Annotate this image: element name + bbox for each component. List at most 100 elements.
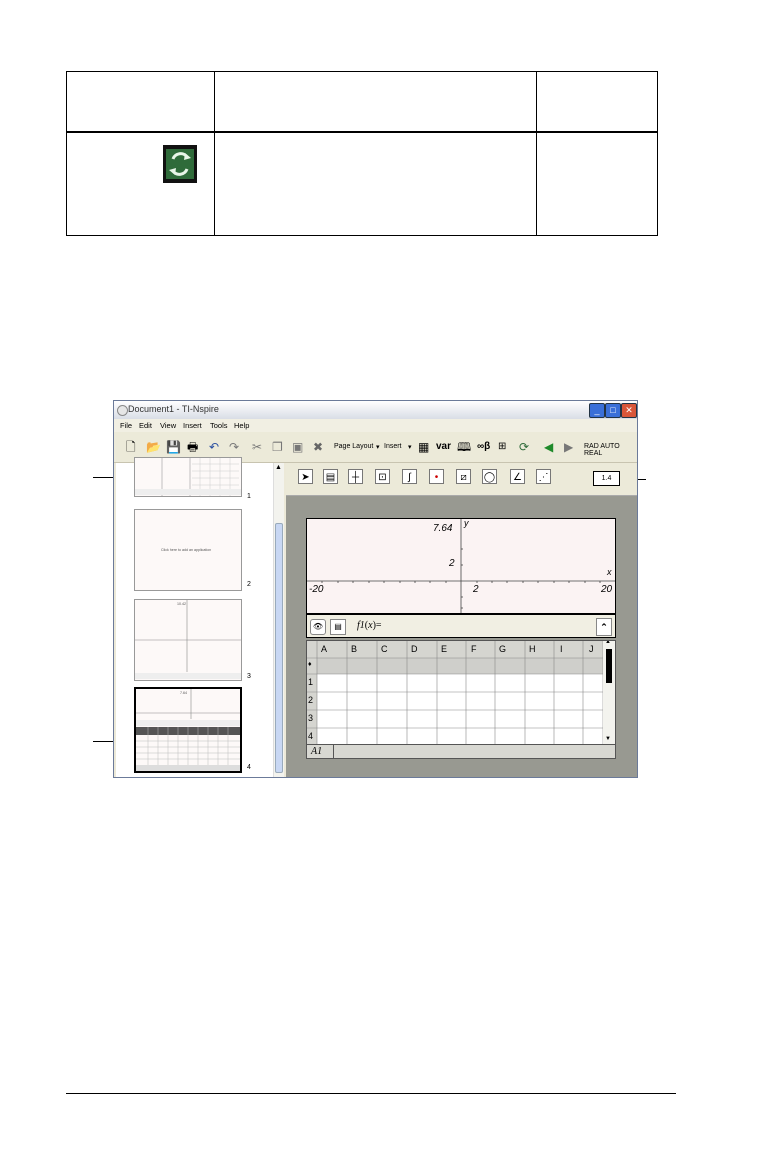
save-icon[interactable]: 💾 <box>166 440 181 454</box>
graph-type-tool-icon[interactable]: ┼ <box>348 469 363 484</box>
menu-file[interactable]: File <box>120 421 132 430</box>
menu-view[interactable]: View <box>160 421 176 430</box>
line-tool-icon[interactable]: ⧄ <box>456 469 471 484</box>
work-area: ➤ ▤ ┼ ⊡ ∫ • ⧄ ◯ ∠ ⋰ 1.4 7.64 y 2 x -20 2… <box>286 463 637 777</box>
status-mode: RAD AUTO REAL <box>584 443 620 457</box>
table-column-divider <box>214 72 215 235</box>
function-table-icon[interactable]: ▤ <box>330 619 346 635</box>
cell-reference-divider <box>333 745 334 758</box>
calculator-icon[interactable]: ▦ <box>418 440 429 454</box>
sheet-scroll-down-icon[interactable]: ▼ <box>605 736 611 742</box>
paste-icon[interactable]: ▣ <box>292 440 303 454</box>
trace-tool-icon[interactable]: ∫ <box>402 469 417 484</box>
thumbnail-4-ymax: 7.64 <box>180 691 187 695</box>
maximize-button[interactable]: □ <box>605 403 621 418</box>
point-tool-icon[interactable]: • <box>429 469 444 484</box>
var-button[interactable]: var <box>436 440 451 454</box>
page-number-3: 3 <box>247 673 251 680</box>
menu-bar: File Edit View Insert Tools Help <box>114 419 637 432</box>
page-thumbnail-3[interactable]: 10.42 <box>134 599 242 681</box>
column-header-e[interactable]: E <box>441 644 447 654</box>
page-number-2: 2 <box>247 581 251 588</box>
print-icon[interactable]: 🖶 <box>187 440 198 454</box>
column-header-d[interactable]: D <box>411 644 418 654</box>
catalog-book-icon[interactable]: 🕮 <box>457 440 471 454</box>
cell-reference: A1 <box>311 746 323 757</box>
previous-page-icon[interactable]: ◀ <box>544 440 553 454</box>
y-tick-label: 2 <box>449 558 455 569</box>
menu-insert[interactable]: Insert <box>183 421 202 430</box>
x-min-label: -20 <box>309 584 324 595</box>
copy-icon[interactable]: ❐ <box>272 440 283 454</box>
next-page-icon[interactable]: ▶ <box>564 440 573 454</box>
spreadsheet[interactable]: A B C D E F G H I J ♦ 1 2 3 4 ▲ ▼ <box>306 640 616 746</box>
row-header-3[interactable]: 3 <box>308 713 313 723</box>
column-header-i[interactable]: I <box>560 644 563 654</box>
redo-icon[interactable]: ↷ <box>229 440 239 454</box>
refresh-icon[interactable]: ⟳ <box>519 440 529 454</box>
title-bar[interactable]: Document1 - TI-Nspire _ □ ✕ <box>114 401 637 419</box>
column-header-j[interactable]: J <box>589 644 594 654</box>
table-column-divider <box>536 72 537 235</box>
insert-dropdown-icon[interactable]: ▾ <box>408 443 412 451</box>
callout-line-left-top <box>93 477 115 478</box>
table-header-rule <box>67 131 657 133</box>
collapse-entry-icon[interactable]: ⌃ <box>596 618 612 636</box>
page-layout-dropdown-icon[interactable]: ▾ <box>376 443 380 451</box>
new-document-icon[interactable]: 🗋 <box>126 440 136 454</box>
close-button[interactable]: ✕ <box>621 403 637 418</box>
page-number-label: 1.4 <box>593 471 620 486</box>
menu-edit[interactable]: Edit <box>139 421 152 430</box>
window-title: Document1 - TI-Nspire <box>128 404 219 414</box>
minimize-button[interactable]: _ <box>589 403 605 418</box>
insert-menu[interactable]: Insert <box>384 443 402 450</box>
page-sorter-scrollbar[interactable]: ▲ <box>273 463 284 777</box>
refresh-tool-icon <box>163 145 197 183</box>
transform-tool-icon[interactable]: ⋰ <box>536 469 551 484</box>
scrollbar-thumb[interactable] <box>275 523 283 773</box>
column-header-g[interactable]: G <box>499 644 506 654</box>
x-max-label: 20 <box>601 584 613 595</box>
circle-tool-icon[interactable]: ◯ <box>482 469 497 484</box>
function-entry-field[interactable]: f1(x)= <box>357 620 382 631</box>
delete-icon[interactable]: ✖ <box>313 440 323 454</box>
column-header-c[interactable]: C <box>381 644 388 654</box>
graph-area[interactable]: 7.64 y 2 x -20 2 20 <box>306 518 616 614</box>
reference-table <box>66 71 658 236</box>
measure-tool-icon[interactable]: ∠ <box>510 469 525 484</box>
page-number-1: 1 <box>247 493 251 500</box>
menu-tools[interactable]: Tools <box>210 421 228 430</box>
thumbnail-1-grid <box>135 458 241 496</box>
formula-row-marker: ♦ <box>308 661 312 668</box>
thumbnail-3-graph <box>135 600 241 679</box>
window-tool-icon[interactable]: ⊡ <box>375 469 390 484</box>
math-template-icon[interactable]: ⊞ <box>498 440 506 454</box>
column-header-b[interactable]: B <box>351 644 357 654</box>
y-axis-label: y <box>464 518 469 528</box>
thumbnail-3-ymax: 10.42 <box>177 602 186 606</box>
x-tick-label: 2 <box>473 584 479 595</box>
pointer-tool-icon[interactable]: ➤ <box>298 469 313 484</box>
view-tool-icon[interactable]: ▤ <box>323 469 338 484</box>
ti-nspire-window: Document1 - TI-Nspire _ □ ✕ File Edit Vi… <box>113 400 638 778</box>
column-header-h[interactable]: H <box>529 644 536 654</box>
hide-show-icon[interactable]: 👁 <box>310 619 326 635</box>
sheet-scroll-up-icon[interactable]: ▲ <box>605 641 611 645</box>
row-header-1[interactable]: 1 <box>308 677 313 687</box>
open-folder-icon[interactable]: 📂 <box>146 440 161 454</box>
scroll-up-icon[interactable]: ▲ <box>275 464 282 471</box>
page-layout-menu[interactable]: Page Layout <box>334 443 373 450</box>
menu-help[interactable]: Help <box>234 421 249 430</box>
page-thumbnail-1[interactable] <box>134 457 242 497</box>
x-axis-label: x <box>607 567 612 577</box>
page-sorter-pane: 1 Click here to add an application 2 10.… <box>116 457 284 777</box>
page-thumbnail-2[interactable]: Click here to add an application <box>134 509 242 591</box>
row-header-4[interactable]: 4 <box>308 731 313 741</box>
undo-icon[interactable]: ↶ <box>209 440 219 454</box>
column-header-f[interactable]: F <box>471 644 477 654</box>
page-thumbnail-4[interactable]: 7.64 <box>134 687 242 773</box>
row-header-2[interactable]: 2 <box>308 695 313 705</box>
column-header-a[interactable]: A <box>321 644 327 654</box>
cut-icon[interactable]: ✂ <box>252 440 262 454</box>
symbol-palette-icon[interactable]: ∞β <box>477 440 490 454</box>
